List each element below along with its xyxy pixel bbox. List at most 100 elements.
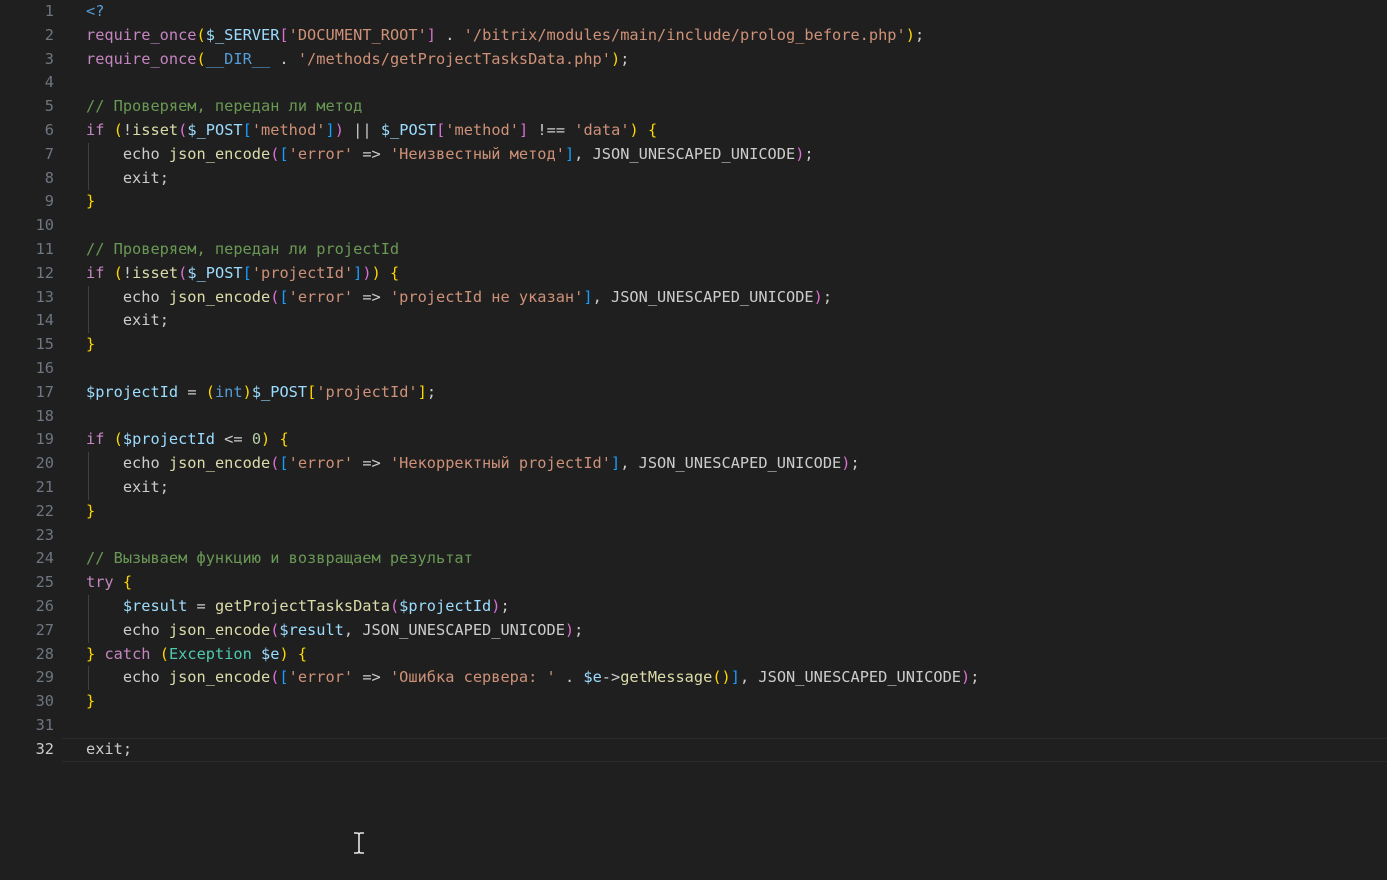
code-line[interactable]: 19 if ($projectId <= 0) {: [0, 428, 1387, 452]
code-line[interactable]: 9}: [0, 190, 1387, 214]
code-line[interactable]: 1 <?: [0, 0, 1387, 24]
code-text[interactable]: $projectId = (int)$_POST['projectId'];: [86, 381, 436, 405]
code-line[interactable]: 13 echo json_encode(['error' => 'project…: [0, 286, 1387, 310]
line-number: 24: [35, 549, 54, 568]
line-number: 1: [44, 2, 54, 20]
code-token: if: [86, 263, 105, 282]
code-token: ;: [159, 478, 169, 496]
code-text[interactable]: exit;: [86, 167, 169, 191]
code-line[interactable]: 32 exit;: [0, 737, 1387, 762]
code-token: catch: [104, 644, 151, 663]
code-token: {: [647, 121, 658, 139]
code-line[interactable]: 16: [0, 357, 1387, 381]
code-text[interactable]: echo json_encode (['error' => 'Ошибка сер…: [86, 666, 980, 690]
code-text[interactable]: echo json_encode(['error' => 'projectId …: [86, 286, 832, 310]
code-text[interactable]: // Проверяем, передан ли метод: [86, 95, 362, 119]
code-line[interactable]: 24 // Вызываем функцию и возвращаем резул…: [0, 547, 1387, 571]
code-token: ]: [325, 121, 335, 139]
code-text[interactable]: require_once(__DIR__ . '/methods/getProj…: [86, 48, 629, 72]
code-editor[interactable]: 1 <? 2 require_once($_SERVER['DOCUMENT_ROOT…: [0, 0, 1387, 880]
code-text[interactable]: echo json_encode(['error' => 'Неизвестны…: [86, 143, 814, 167]
code-line[interactable]: 10: [0, 214, 1387, 238]
code-line[interactable]: 25 try {: [0, 571, 1387, 595]
code-text[interactable]: if (!isset($_POST['projectId'])) {: [86, 262, 399, 286]
code-text[interactable]: $result = getProjectTasksData($projectId…: [86, 595, 510, 619]
code-token: $_POST: [187, 263, 243, 282]
line-number: 16: [35, 359, 54, 377]
code-line[interactable]: 3 require_once(__DIR__ . '/methods/getPro…: [0, 48, 1387, 72]
code-text[interactable]: // Вызываем функцию и возвращаем результ…: [86, 547, 473, 571]
code-text[interactable]: try {: [86, 571, 132, 595]
line-number: 11: [35, 240, 54, 258]
code-line[interactable]: 11 // Проверяем, передан ли projectId: [0, 238, 1387, 262]
text-cursor-icon: [353, 832, 365, 854]
code-line[interactable]: 27 echo json_encode($result, JSON_UNESCA…: [0, 619, 1387, 643]
code-line[interactable]: 29 echo json_encode (['error' => 'Ошибка …: [0, 666, 1387, 690]
code-token: [: [279, 144, 289, 163]
code-line[interactable]: 5 // Проверяем, передан ли метод: [0, 95, 1387, 119]
code-text[interactable]: } catch (Exception $e) {: [86, 643, 307, 667]
code-line[interactable]: 7 echo json_encode(['error' => 'Неизвест…: [0, 143, 1387, 167]
code-token: 'error': [288, 454, 354, 473]
line-number: 23: [35, 525, 54, 544]
line-number: 15: [35, 335, 54, 354]
code-line[interactable]: 8 exit;: [0, 167, 1387, 191]
line-number: 3: [44, 49, 54, 68]
code-token: =>: [353, 454, 390, 473]
code-text[interactable]: }: [86, 333, 95, 357]
code-text[interactable]: <?: [86, 0, 104, 24]
code-text[interactable]: echo json_encode(['error' => 'Некорректн…: [86, 452, 860, 476]
code-text[interactable]: echo json_encode($result, JSON_UNESCAPED…: [86, 619, 584, 643]
code-text[interactable]: if ($projectId <= 0) {: [86, 428, 289, 452]
code-line[interactable]: 28} catch (Exception $e) {: [0, 643, 1387, 667]
code-token: ;: [426, 382, 437, 401]
code-token: 'DOCUMENT_ROOT': [288, 25, 427, 44]
code-token: .: [436, 25, 464, 44]
code-text[interactable]: exit;: [86, 476, 169, 500]
code-text[interactable]: exit;: [86, 309, 169, 333]
code-line[interactable]: 17 $projectId = (int)$_POST['projectId'];: [0, 381, 1387, 405]
code-line[interactable]: 15}: [0, 333, 1387, 357]
code-line[interactable]: 2 require_once($_SERVER['DOCUMENT_ROOT'] …: [0, 24, 1387, 48]
code-token: 'projectId': [251, 263, 354, 282]
line-number: 13: [35, 287, 54, 306]
code-token: JSON_UNESCAPED_UNICODE: [592, 144, 796, 163]
code-text[interactable]: }: [86, 190, 95, 214]
code-token: JSON_UNESCAPED_UNICODE: [638, 454, 842, 473]
code-text[interactable]: }: [86, 500, 95, 524]
line-number: 6: [44, 121, 54, 139]
code-token: ): [279, 644, 289, 663]
code-line[interactable]: 6 if (!isset($_POST['method']) || $_POST[…: [0, 119, 1387, 143]
code-text[interactable]: exit;: [86, 738, 132, 762]
code-line[interactable]: 23: [0, 524, 1387, 548]
code-token: // Проверяем, передан ли projectId: [86, 240, 400, 258]
code-token: [: [307, 382, 317, 401]
code-line[interactable]: 31: [0, 714, 1387, 738]
code-text[interactable]: // Проверяем, передан ли projectId: [86, 238, 399, 262]
code-line[interactable]: 14 exit;: [0, 309, 1387, 333]
code-line[interactable]: 22}: [0, 500, 1387, 524]
code-line[interactable]: 26 $result = getProjectTasksData($projec…: [0, 595, 1387, 619]
code-line[interactable]: 30}: [0, 690, 1387, 714]
code-line[interactable]: 18: [0, 405, 1387, 429]
code-token: ]: [730, 668, 740, 687]
code-line[interactable]: 4: [0, 71, 1387, 95]
code-token: isset: [132, 263, 179, 282]
code-token: JSON_UNESCAPED_UNICODE: [611, 287, 814, 306]
code-token: (: [196, 49, 206, 68]
code-line[interactable]: 21 exit;: [0, 476, 1387, 500]
code-line[interactable]: 20 echo json_encode(['error' => 'Некорре…: [0, 452, 1387, 476]
code-token: (: [712, 668, 722, 687]
code-token: echo: [86, 668, 169, 687]
code-line[interactable]: 12 if (!isset($_POST['projectId'])) {: [0, 262, 1387, 286]
code-text[interactable]: }: [86, 690, 95, 714]
code-token: $result: [122, 597, 188, 615]
code-token: ): [813, 287, 823, 306]
line-number: 12: [35, 263, 54, 282]
code-token: ]: [564, 144, 575, 163]
code-token: '/bitrix/modules/main/include/prolog_bef…: [463, 25, 906, 44]
code-text[interactable]: if (!isset($_POST['method']) || $_POST['…: [86, 119, 657, 143]
code-text[interactable]: require_once($_SERVER['DOCUMENT_ROOT'] .…: [86, 24, 924, 48]
